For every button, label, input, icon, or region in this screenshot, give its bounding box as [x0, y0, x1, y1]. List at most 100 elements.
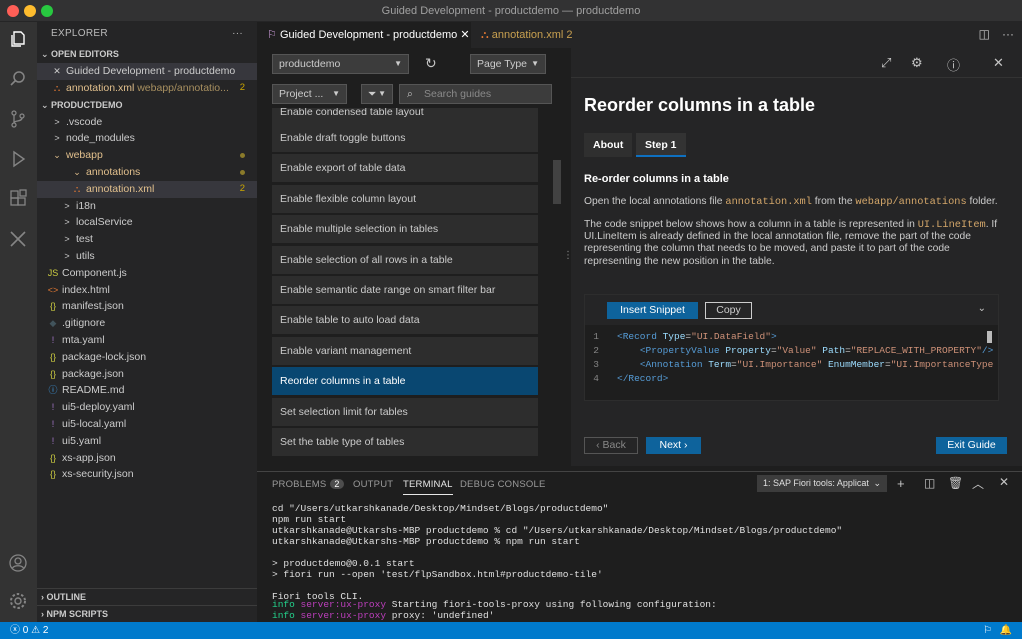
- outline-label: OUTLINE: [46, 592, 87, 602]
- info-icon[interactable]: ⓘ: [947, 55, 960, 74]
- guide-item[interactable]: Set the table type of tables: [272, 428, 538, 456]
- tree-item[interactable]: ⌄ annotations: [37, 164, 257, 181]
- exit-guide-button[interactable]: Exit Guide: [936, 437, 1007, 454]
- tree-item[interactable]: {} xs-app.json: [37, 450, 257, 467]
- guide-item[interactable]: Enable semantic date range on smart filt…: [272, 276, 538, 304]
- tree-item[interactable]: {} package.json: [37, 366, 257, 383]
- tab-problems[interactable]: PROBLEMS 2: [272, 479, 344, 490]
- close-icon[interactable]: ✕: [460, 29, 469, 41]
- guide-item[interactable]: Reorder columns in a table: [272, 367, 538, 396]
- tree-item[interactable]: ⛬ annotation.xml 2: [37, 180, 257, 198]
- next-button[interactable]: Next ›: [646, 437, 701, 454]
- more-actions-icon[interactable]: ···: [1002, 27, 1014, 41]
- gear-icon[interactable]: [5, 588, 31, 614]
- chevron-down-icon[interactable]: ⌄: [978, 303, 986, 314]
- open-editor-annotation[interactable]: ⛬ annotation.xml webapp/annotatio... 2: [37, 80, 257, 97]
- warning-count: 2: [42, 625, 49, 636]
- guide-item[interactable]: Enable flexible column layout: [272, 184, 538, 213]
- tree-item[interactable]: > utils: [37, 248, 257, 265]
- source-control-icon[interactable]: [5, 106, 31, 132]
- tree-item[interactable]: > test: [37, 231, 257, 248]
- tree-item[interactable]: ! ui5-deploy.yaml: [37, 399, 257, 416]
- tree-item[interactable]: {} xs-security.json: [37, 466, 257, 483]
- filter-button[interactable]: ⏷ ▼: [361, 84, 393, 104]
- bell-icon[interactable]: 🔔: [1000, 622, 1012, 639]
- more-actions-icon[interactable]: ···: [232, 22, 243, 46]
- close-panel-icon[interactable]: ✕: [999, 475, 1009, 489]
- tab-about[interactable]: About: [584, 133, 633, 157]
- file-icon: >: [54, 133, 60, 144]
- insert-snippet-button[interactable]: Insert Snippet: [607, 302, 698, 319]
- tree-item[interactable]: > .vscode: [37, 114, 257, 131]
- tree-item[interactable]: {} manifest.json: [37, 298, 257, 315]
- tree-item[interactable]: > node_modules: [37, 130, 257, 147]
- page-type-select[interactable]: Page Type ▼: [470, 54, 546, 74]
- tab-step-1[interactable]: Step 1: [636, 133, 686, 157]
- close-icon[interactable]: ✕: [51, 63, 63, 80]
- tree-item[interactable]: ⌄ webapp: [37, 147, 257, 164]
- explorer-icon[interactable]: [5, 26, 31, 52]
- pane-splitter[interactable]: ⋮: [563, 48, 573, 468]
- step-paragraph-2: The code snippet below shows how a colum…: [584, 219, 999, 268]
- outline-section[interactable]: › OUTLINE: [37, 588, 257, 605]
- guide-item[interactable]: Enable draft toggle buttons: [272, 124, 538, 152]
- tab-terminal[interactable]: TERMINAL: [403, 479, 453, 495]
- problems-status[interactable]: ⓧ 0 ⚠ 2: [10, 622, 48, 639]
- back-button[interactable]: ‹ Back: [584, 437, 638, 454]
- split-editor-icon[interactable]: ◫: [979, 27, 990, 41]
- close-icon[interactable]: ✕: [993, 55, 1004, 71]
- guide-item[interactable]: Enable multiple selection in tables: [272, 215, 538, 244]
- copy-button[interactable]: Copy: [705, 302, 752, 319]
- search-icon: ⌕: [407, 88, 413, 100]
- maximize-panel-icon[interactable]: ︿: [972, 475, 984, 492]
- project-section[interactable]: ⌄ PRODUCTDEMO: [37, 97, 257, 114]
- tab-label: Guided Development - productdemo: [279, 29, 458, 41]
- refresh-icon[interactable]: ↻: [425, 55, 437, 72]
- tab-annotation-xml[interactable]: ⛬ annotation.xml 2: [471, 22, 591, 48]
- project-select[interactable]: productdemo ▼: [272, 54, 409, 74]
- tree-item[interactable]: ◆ .gitignore: [37, 315, 257, 332]
- text: folder.: [966, 196, 998, 207]
- guide-item[interactable]: Enable selection of all rows in a table: [272, 245, 538, 274]
- trash-icon[interactable]: 🗑: [948, 476, 963, 490]
- terminal-line: > productdemo@0.0.1 start: [272, 558, 415, 569]
- npm-scripts-section[interactable]: › NPM SCRIPTS: [37, 605, 257, 622]
- tree-item[interactable]: ⓘ README.md: [37, 382, 257, 399]
- feedback-icon[interactable]: ⚐: [983, 622, 992, 639]
- account-icon[interactable]: [5, 550, 31, 576]
- scrollbar[interactable]: [553, 160, 561, 204]
- tab-debug-console[interactable]: DEBUG CONSOLE: [460, 479, 545, 490]
- code-line: 4 </Record>: [593, 373, 669, 384]
- open-editor-guided-dev[interactable]: ✕ Guided Development - productdemo: [37, 63, 257, 80]
- tab-guided-development[interactable]: ⚐ Guided Development - productdemo ✕: [257, 22, 471, 48]
- search-icon[interactable]: [5, 66, 31, 92]
- run-debug-icon[interactable]: [5, 146, 31, 172]
- guide-item[interactable]: Enable variant management: [272, 336, 538, 365]
- new-terminal-icon[interactable]: +: [897, 476, 905, 491]
- tree-item[interactable]: > localService: [37, 214, 257, 231]
- scrollbar[interactable]: [987, 331, 992, 343]
- tree-item[interactable]: {} package-lock.json: [37, 349, 257, 366]
- extensions-icon[interactable]: [5, 186, 31, 212]
- open-external-icon[interactable]: ⤢: [881, 55, 891, 71]
- tree-item[interactable]: ! ui5.yaml: [37, 433, 257, 450]
- open-editors-section[interactable]: ⌄ OPEN EDITORS: [37, 46, 257, 63]
- project-filter-select[interactable]: Project ... ▼: [272, 84, 347, 104]
- tree-item[interactable]: JS Component.js: [37, 265, 257, 282]
- settings-icon[interactable]: ⚙: [911, 55, 923, 71]
- file-icon: !: [51, 334, 55, 345]
- search-guides-input[interactable]: ⌕ Search guides: [399, 84, 552, 104]
- tools-icon[interactable]: [5, 226, 31, 252]
- chevron-down-icon: ▼: [394, 59, 402, 68]
- terminal-select[interactable]: 1: SAP Fiori tools: Applicat ⌄: [757, 475, 887, 492]
- guide-item[interactable]: Enable export of table data: [272, 154, 538, 183]
- tree-item-label: .gitignore: [62, 317, 106, 330]
- tab-output[interactable]: OUTPUT: [353, 479, 393, 490]
- tree-item[interactable]: > i18n: [37, 198, 257, 215]
- tree-item[interactable]: <> index.html: [37, 282, 257, 299]
- guide-item[interactable]: Set selection limit for tables: [272, 397, 538, 426]
- tree-item[interactable]: ! ui5-local.yaml: [37, 416, 257, 433]
- split-terminal-icon[interactable]: ◫: [924, 476, 935, 490]
- tree-item[interactable]: ! mta.yaml: [37, 332, 257, 349]
- guide-item[interactable]: Enable table to auto load data: [272, 306, 538, 335]
